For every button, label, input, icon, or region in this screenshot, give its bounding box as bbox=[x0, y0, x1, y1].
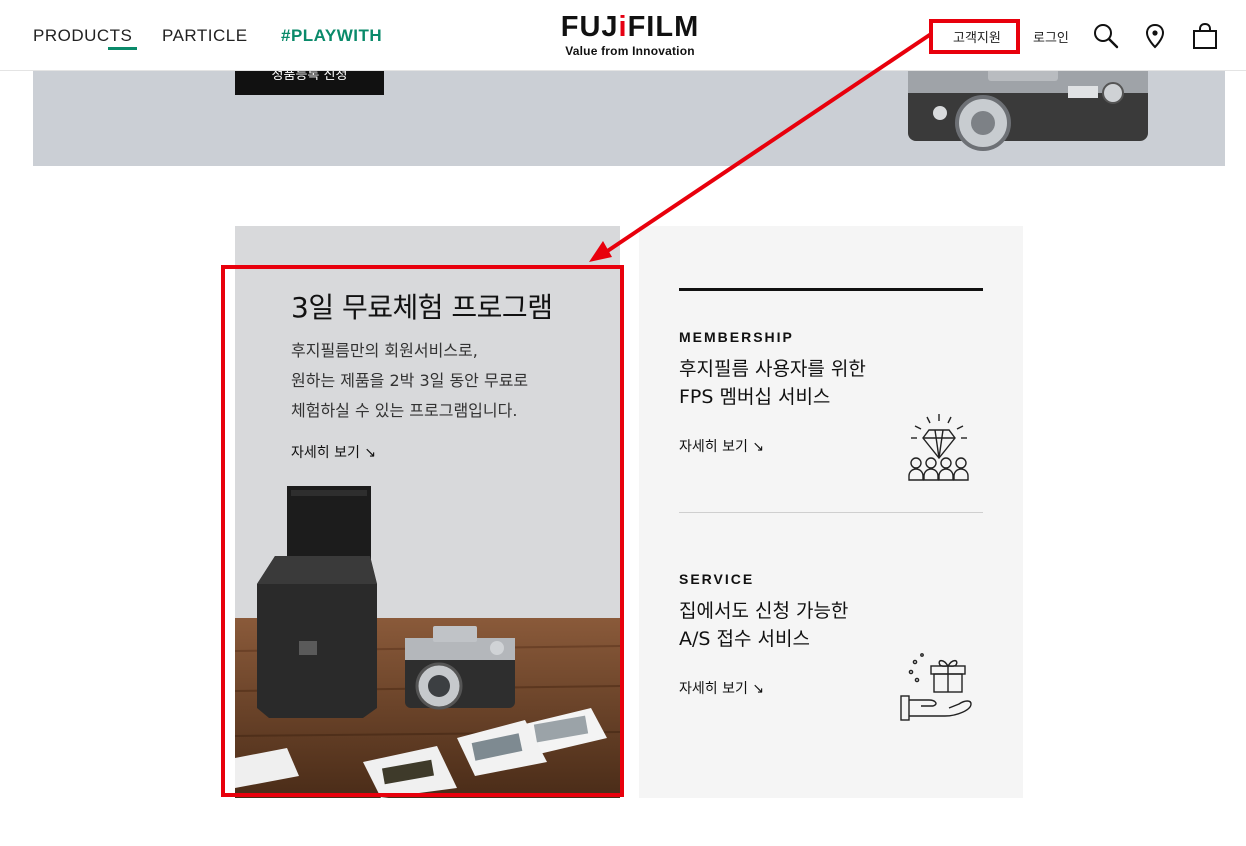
logo-tagline: Value from Innovation bbox=[565, 44, 695, 58]
promo-description: 후지필름만의 회원서비스로, 원하는 제품을 2박 3일 동안 무료로 체험하실… bbox=[291, 336, 528, 426]
service-more-link[interactable]: 자세히 보기 ↘ bbox=[679, 678, 764, 698]
shopping-bag-icon[interactable] bbox=[1190, 22, 1218, 50]
panel-top-rule bbox=[679, 288, 983, 291]
logo-wordmark: FUJiFILM bbox=[560, 11, 700, 43]
service-title-line: 집에서도 신청 가능한 bbox=[679, 600, 849, 622]
login-link[interactable]: 로그인 bbox=[1033, 27, 1069, 46]
instax-printer-camera-image bbox=[235, 476, 620, 798]
nav-playwith[interactable]: #PLAYWITH bbox=[281, 26, 382, 46]
membership-label: MEMBERSHIP bbox=[679, 329, 794, 345]
nav-particle[interactable]: PARTICLE bbox=[162, 26, 248, 46]
membership-title: 후지필름 사용자를 위한 FPS 멤버십 서비스 bbox=[679, 355, 866, 411]
product-registration-button[interactable]: 정품등록 신청 bbox=[235, 71, 384, 95]
service-title: 집에서도 신청 가능한 A/S 접수 서비스 bbox=[679, 597, 848, 653]
panel-divider bbox=[679, 512, 983, 513]
diamond-people-icon bbox=[908, 414, 969, 481]
camera-image bbox=[908, 71, 1148, 151]
services-panel: MEMBERSHIP 후지필름 사용자를 위한 FPS 멤버십 서비스 자세히 … bbox=[639, 226, 1023, 798]
membership-more-link[interactable]: 자세히 보기 ↘ bbox=[679, 436, 764, 456]
gift-hand-icon bbox=[900, 653, 972, 721]
hero-banner: 정품등록 신청 bbox=[33, 71, 1225, 166]
promo-more-link[interactable]: 자세히 보기 ↘ bbox=[291, 442, 376, 462]
location-pin-icon[interactable] bbox=[1141, 22, 1169, 50]
promo-desc-line: 체험하실 수 있는 프로그램입니다. bbox=[291, 401, 518, 420]
promo-title: 3일 무료체험 프로그램 bbox=[291, 291, 553, 324]
membership-title-line: 후지필름 사용자를 위한 bbox=[679, 358, 866, 380]
promo-desc-line: 후지필름만의 회원서비스로, bbox=[291, 341, 478, 360]
site-header: PRODUCTS PARTICLE #PLAYWITH FUJiFILM Val… bbox=[0, 0, 1246, 71]
service-title-line: A/S 접수 서비스 bbox=[679, 628, 810, 650]
promo-desc-line: 원하는 제품을 2박 3일 동안 무료로 bbox=[291, 371, 529, 390]
support-highlight-box bbox=[929, 19, 1020, 54]
service-label: SERVICE bbox=[679, 571, 755, 587]
nav-products[interactable]: PRODUCTS bbox=[33, 26, 132, 46]
free-trial-card[interactable]: 3일 무료체험 프로그램 후지필름만의 회원서비스로, 원하는 제품을 2박 3… bbox=[235, 226, 620, 798]
search-icon[interactable] bbox=[1092, 22, 1120, 50]
nav-active-underline bbox=[108, 47, 137, 50]
membership-title-line: FPS 멤버십 서비스 bbox=[679, 386, 831, 408]
fujifilm-logo[interactable]: FUJiFILM Value from Innovation bbox=[556, 11, 704, 59]
